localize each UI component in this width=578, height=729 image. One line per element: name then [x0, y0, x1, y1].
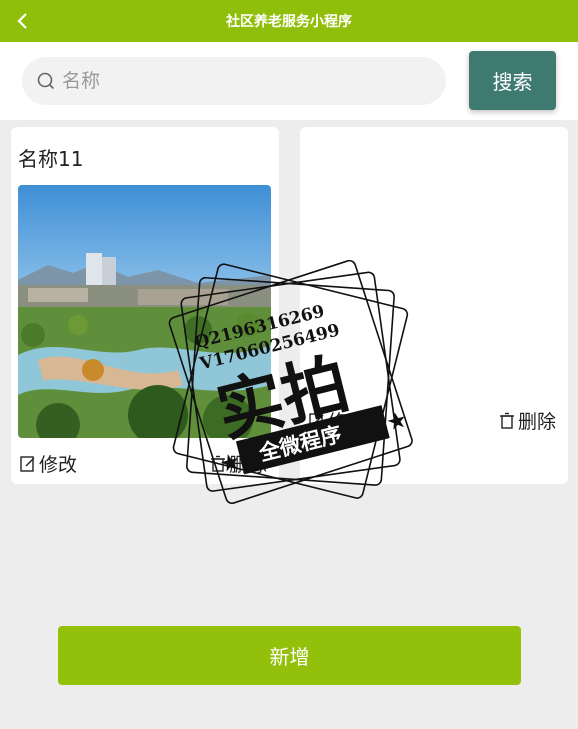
edit-label: 修改	[328, 411, 367, 433]
edit-button[interactable]: 修改	[308, 407, 366, 434]
search-button[interactable]: 搜索	[469, 51, 556, 110]
search-bar: 搜索	[0, 42, 578, 120]
trash-icon	[211, 455, 225, 472]
delete-button[interactable]: 删除	[498, 407, 556, 434]
delete-label: 删除	[229, 454, 268, 476]
item-name: 名称11	[18, 147, 84, 171]
chevron-left-icon	[17, 13, 27, 29]
search-field[interactable]	[22, 57, 446, 105]
back-button[interactable]	[10, 8, 34, 34]
add-button[interactable]: 新增	[58, 626, 521, 685]
edit-button[interactable]: 修改	[19, 450, 77, 477]
item-image	[18, 185, 271, 438]
edit-icon	[309, 412, 324, 429]
search-icon	[37, 72, 54, 89]
page-title: 社区养老服务小程序	[226, 14, 352, 30]
edit-icon	[20, 455, 35, 472]
search-input[interactable]	[62, 57, 432, 105]
trash-icon	[500, 412, 514, 429]
list-item[interactable]: 名称11 修改 删除	[11, 127, 279, 484]
delete-button[interactable]: 删除	[209, 450, 267, 477]
edit-label: 修改	[39, 454, 78, 476]
top-bar: 社区养老服务小程序	[0, 0, 578, 42]
list-item[interactable]: 修改 删除	[300, 127, 568, 484]
delete-label: 删除	[518, 411, 557, 433]
